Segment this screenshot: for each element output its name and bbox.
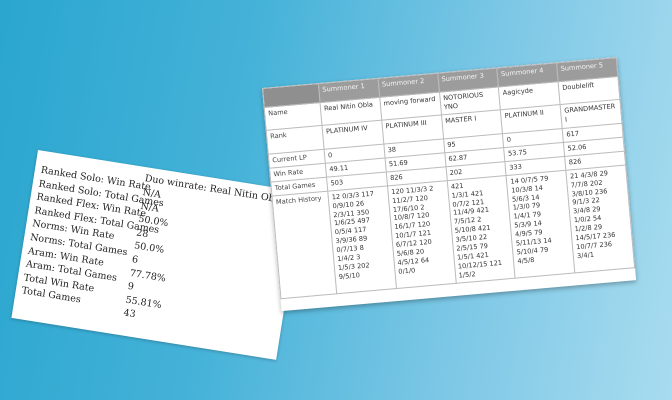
cell-history: 120 11/3/3 2 11/2/7 120 17/6/10 2 10/8/7 12… [387,180,456,289]
stat-value: 28 [135,227,150,241]
cell-history: 12 0/3/3 117 0/9/10 26 2/3/11 350 1/6/25 49… [327,185,397,294]
summoner-table-card: Summoner 1 Summoner 2 Summoner 3 Summone… [262,56,637,312]
cell-history: 14 0/7/5 79 10/3/8 14 5/6/3 14 1/3/0 79 1/4/… [506,170,575,278]
stat-value: 9 [126,280,135,293]
stat-value: 6 [131,254,139,266]
duo-winrate-text: Duo winrate: Real Nitin Obla [143,173,285,206]
summoner-table: Summoner 1 Summoner 2 Summoner 3 Summone… [262,57,635,299]
stats-card: Duo winrate: Real Nitin Obla Ranked Solo… [11,150,303,360]
stat-value: 43 [122,307,137,321]
cell-history: 421 1/3/1 421 0/7/2 121 11/4/9 421 7/5/12 25… [446,175,516,283]
row-label-history: Match History [271,190,337,299]
stat-value: 77.78% [129,267,167,285]
cell-history: 21 4/3/8 29 7/7/8 202 3/8/10 236 9/1/3 22 3/… [565,164,635,273]
stat-value: 50.0% [133,240,165,257]
table-body: Name Real Nitin Obla moving forward NOTORIO… [264,76,635,299]
